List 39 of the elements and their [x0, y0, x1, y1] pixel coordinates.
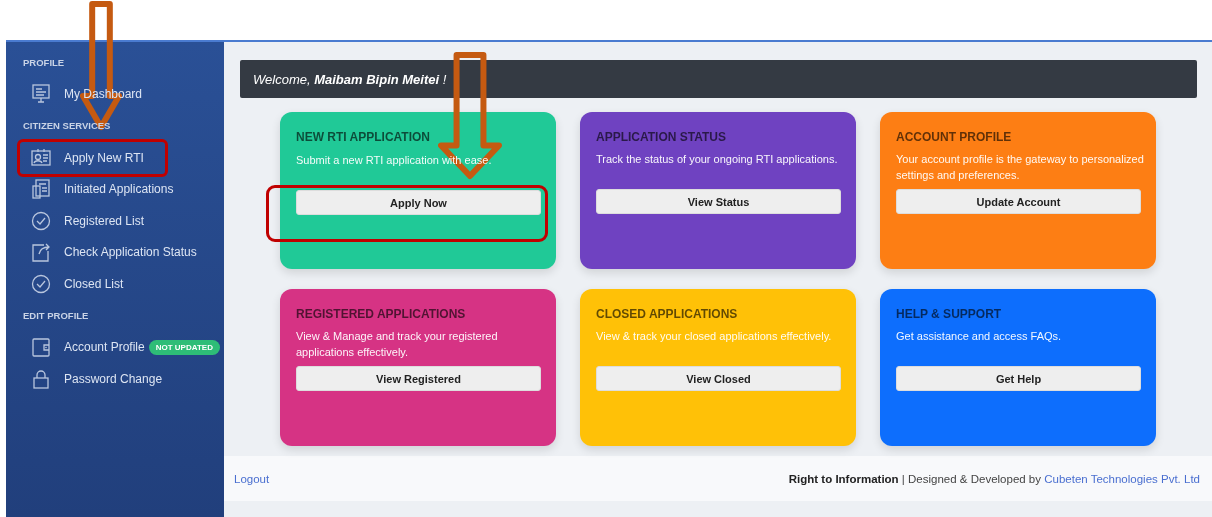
check-circle-icon: [30, 209, 52, 232]
sidebar-item[interactable]: Registered List: [6, 204, 224, 237]
card-title: NEW RTI APPLICATION: [296, 130, 430, 144]
section-heading: PROFILE: [23, 57, 65, 69]
card-description: Your account profile is the gateway to personalized settings and preferences.: [896, 152, 1144, 183]
wallet-icon: [30, 336, 52, 359]
logout-link[interactable]: Logout: [234, 472, 270, 485]
sidebar-item[interactable]: Initiated Applications: [6, 173, 224, 205]
sidebar-item[interactable]: Apply New RTI: [6, 141, 224, 174]
card-title: REGISTERED APPLICATIONS: [296, 307, 466, 321]
card-button[interactable]: Update Account: [896, 189, 1141, 214]
card-description: View & track your closed applications effectively.: [596, 329, 833, 344]
sidebar-item[interactable]: Password Change: [6, 362, 224, 395]
card-description: Get assistance and access FAQs.: [896, 329, 1063, 344]
sidebar-item[interactable]: Check Application Status: [6, 236, 224, 269]
lock-icon: [30, 367, 52, 390]
section-heading: EDIT PROFILE: [23, 310, 89, 322]
card-button[interactable]: Get Help: [896, 366, 1141, 391]
check-circle-icon: [30, 272, 52, 295]
status-badge: NOT UPDATED: [148, 339, 220, 355]
company-link[interactable]: Cubeten Technologies Pvt. Ltd: [1044, 472, 1200, 485]
documents-icon: [30, 178, 52, 201]
monitor-icon: [30, 83, 52, 106]
id-card-icon: [30, 146, 52, 169]
sidebar-item[interactable]: Account Profile NOT UPDATED: [6, 331, 224, 363]
card-title: ACCOUNT PROFILE: [896, 130, 1012, 144]
credit-text: Right to Information | Designed & Developed by Cubeten Technologies Pvt. Ltd: [788, 472, 1200, 485]
card-description: View & Manage and track your registered applications effectively.: [296, 329, 499, 360]
welcome-text: Welcome, Maibam Bipin Meitei !: [253, 71, 447, 87]
sidebar-item[interactable]: Closed List: [6, 268, 224, 300]
card-button[interactable]: View Status: [596, 189, 841, 214]
card-button[interactable]: Apply Now: [296, 190, 541, 215]
card-title: APPLICATION STATUS: [596, 130, 726, 144]
card-button[interactable]: View Registered: [296, 366, 541, 391]
card-description: Track the status of your ongoing RTI applications.: [596, 152, 839, 167]
card-button[interactable]: View Closed: [596, 366, 841, 391]
card-title: CLOSED APPLICATIONS: [596, 307, 738, 321]
card-title: HELP & SUPPORT: [896, 307, 1002, 321]
share-box-icon: [30, 241, 52, 264]
